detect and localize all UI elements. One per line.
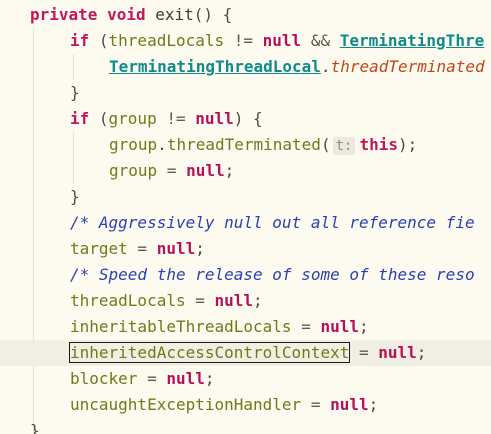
- code-line-16: uncaughtExceptionHandler = null;: [70, 392, 378, 418]
- punctuation: ;: [204, 369, 215, 388]
- field-ref: blocker: [70, 369, 138, 388]
- code-line-15: blocker = null;: [70, 366, 215, 392]
- code-line-7: group = null;: [109, 158, 234, 184]
- punctuation: ;: [253, 291, 263, 310]
- operator: =: [349, 343, 379, 362]
- class-ref[interactable]: TerminatingThreadLocal: [109, 57, 321, 76]
- operator: =: [291, 317, 321, 336]
- operator: =: [137, 369, 167, 388]
- punctuation: () {: [193, 5, 233, 24]
- punctuation: .: [320, 57, 331, 76]
- operator: !=: [224, 31, 263, 50]
- field-ref: group: [109, 135, 158, 154]
- operator: =: [301, 395, 331, 414]
- punctuation: ;: [416, 343, 427, 362]
- keyword: if: [70, 109, 90, 128]
- comment: /* Speed the release of some of these re…: [70, 265, 475, 284]
- code-line-17: }: [30, 418, 40, 434]
- code-line-6: group.threadTerminated(t: this);: [109, 132, 417, 158]
- null-literal: null: [195, 109, 234, 128]
- operator: =: [157, 161, 187, 180]
- code-line-12: threadLocals = null;: [70, 288, 263, 314]
- code-line-2: if (threadLocals != null && TerminatingT…: [70, 28, 484, 54]
- operator: =: [185, 291, 215, 310]
- field-ref: group: [108, 109, 157, 128]
- punctuation: ;: [195, 239, 205, 258]
- brace: }: [70, 83, 80, 102]
- code-line-10: target = null;: [70, 236, 205, 262]
- punctuation: .: [157, 135, 167, 154]
- field-ref: threadLocals: [108, 31, 225, 50]
- punctuation: ) {: [233, 109, 263, 128]
- field-ref: target: [70, 239, 128, 258]
- field-ref: threadLocals: [70, 291, 186, 310]
- null-literal: null: [320, 317, 359, 336]
- keyword: this: [359, 135, 398, 154]
- keyword: private: [30, 5, 98, 24]
- current-code-line[interactable]: inheritedAccessControlContext = null;: [0, 340, 491, 366]
- parameter-hint: t:: [332, 137, 356, 155]
- operator: &&: [301, 31, 340, 50]
- method-name: exit: [155, 5, 194, 24]
- static-method-call: threadTerminated: [330, 57, 485, 76]
- punctuation: ;: [359, 317, 369, 336]
- punctuation: (: [89, 31, 109, 50]
- code-line-13: inheritableThreadLocals = null;: [70, 314, 369, 340]
- operator: =: [127, 239, 157, 258]
- selected-identifier[interactable]: inheritedAccessControlContext: [68, 342, 351, 363]
- punctuation: ;: [224, 161, 235, 180]
- null-literal: null: [156, 239, 196, 258]
- null-literal: null: [214, 291, 254, 310]
- null-literal: null: [330, 395, 369, 414]
- keyword: void: [107, 5, 146, 24]
- code-line-4: }: [70, 80, 80, 106]
- code-line-3: TerminatingThreadLocal.threadTerminated: [109, 54, 485, 80]
- punctuation: );: [397, 135, 418, 154]
- field-ref: inheritableThreadLocals: [70, 317, 292, 336]
- brace: }: [30, 421, 40, 434]
- null-literal: null: [262, 31, 302, 50]
- code-line-9: /* Aggressively null out all reference f…: [70, 210, 475, 236]
- brace: }: [70, 187, 80, 206]
- class-ref[interactable]: TerminatingThre: [340, 31, 485, 50]
- punctuation: (: [320, 135, 331, 154]
- indent-guide: [73, 54, 74, 80]
- indent-guide: [73, 132, 74, 184]
- operator: !=: [156, 109, 196, 128]
- code-line-1: private void exit() {: [30, 2, 232, 28]
- code-line-8: }: [70, 184, 80, 210]
- null-literal: null: [378, 343, 417, 362]
- comment: /* Aggressively null out all reference f…: [70, 213, 475, 232]
- null-literal: null: [186, 161, 225, 180]
- punctuation: ;: [368, 395, 379, 414]
- punctuation: (: [89, 109, 109, 128]
- indent-guide: [33, 28, 34, 434]
- method-call: threadTerminated: [166, 135, 321, 154]
- code-editor[interactable]: private void exit() { if (threadLocals !…: [0, 0, 491, 434]
- code-line-11: /* Speed the release of some of these re…: [70, 262, 475, 288]
- field-ref: uncaughtExceptionHandler: [70, 395, 302, 414]
- code-line-5: if (group != null) {: [70, 106, 263, 132]
- null-literal: null: [166, 369, 205, 388]
- field-ref: group: [109, 161, 158, 180]
- keyword: if: [70, 31, 90, 50]
